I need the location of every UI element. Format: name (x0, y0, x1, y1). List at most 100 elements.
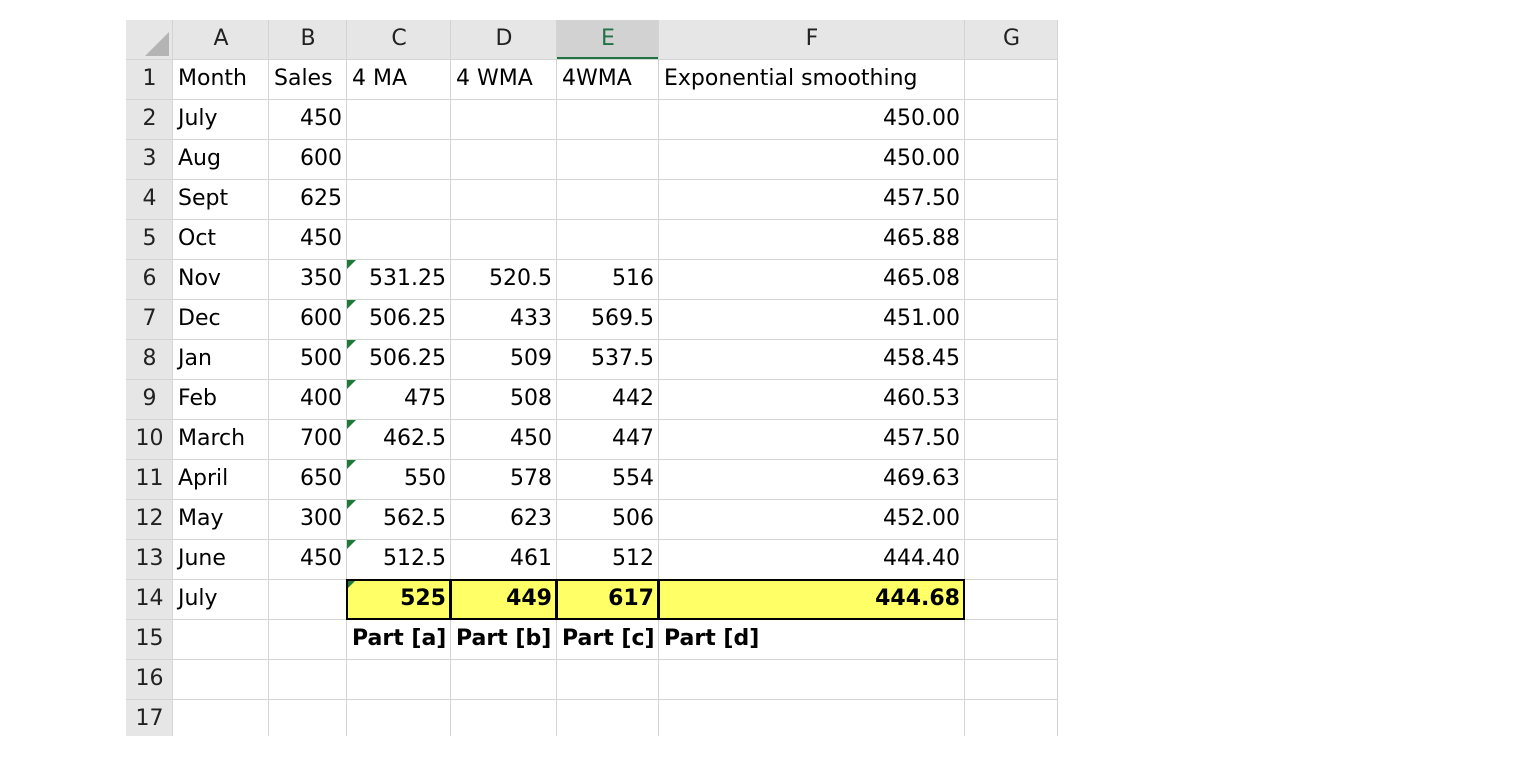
column-header-b[interactable]: B (269, 20, 347, 60)
cell-c6[interactable]: 531.25 (347, 260, 451, 300)
cell-f10[interactable]: 457.50 (659, 420, 965, 460)
cell-g11[interactable] (965, 460, 1058, 500)
cell-g10[interactable] (965, 420, 1058, 460)
cell-g2[interactable] (965, 100, 1058, 140)
row-header-14[interactable]: 14 (126, 580, 173, 620)
cell-c8[interactable]: 506.25 (347, 340, 451, 380)
cell-b10[interactable]: 700 (269, 420, 347, 460)
cell-g12[interactable] (965, 500, 1058, 540)
cell-c9[interactable]: 475 (347, 380, 451, 420)
cell-c7[interactable]: 506.25 (347, 300, 451, 340)
cell-b14[interactable] (269, 580, 347, 620)
cell-a13[interactable]: June (173, 540, 269, 580)
select-all-corner[interactable] (126, 20, 173, 60)
column-header-a[interactable]: A (173, 20, 269, 60)
cell-d5[interactable] (451, 220, 557, 260)
cell-e5[interactable] (557, 220, 659, 260)
column-header-d[interactable]: D (451, 20, 557, 60)
cell-f7[interactable]: 451.00 (659, 300, 965, 340)
cell-f12[interactable]: 452.00 (659, 500, 965, 540)
row-header-3[interactable]: 3 (126, 140, 173, 180)
cell-e15[interactable]: Part [c] (557, 620, 659, 660)
row-header-16[interactable]: 16 (126, 660, 173, 700)
cell-a3[interactable]: Aug (173, 140, 269, 180)
row-header-13[interactable]: 13 (126, 540, 173, 580)
cell-f3[interactable]: 450.00 (659, 140, 965, 180)
cell-f1[interactable]: Exponential smoothing (659, 60, 965, 100)
cell-e12[interactable]: 506 (557, 500, 659, 540)
cell-c17[interactable] (347, 700, 451, 736)
row-header-4[interactable]: 4 (126, 180, 173, 220)
cell-f5[interactable]: 465.88 (659, 220, 965, 260)
cell-d6[interactable]: 520.5 (451, 260, 557, 300)
cell-b9[interactable]: 400 (269, 380, 347, 420)
cell-e13[interactable]: 512 (557, 540, 659, 580)
cell-b7[interactable]: 600 (269, 300, 347, 340)
cell-a4[interactable]: Sept (173, 180, 269, 220)
cell-e9[interactable]: 442 (557, 380, 659, 420)
cell-f13[interactable]: 444.40 (659, 540, 965, 580)
cell-f15[interactable]: Part [d] (659, 620, 965, 660)
cell-a7[interactable]: Dec (173, 300, 269, 340)
cell-g4[interactable] (965, 180, 1058, 220)
row-header-11[interactable]: 11 (126, 460, 173, 500)
cell-f8[interactable]: 458.45 (659, 340, 965, 380)
cell-d8[interactable]: 509 (451, 340, 557, 380)
cell-a5[interactable]: Oct (173, 220, 269, 260)
cell-d3[interactable] (451, 140, 557, 180)
cell-d9[interactable]: 508 (451, 380, 557, 420)
cell-g7[interactable] (965, 300, 1058, 340)
cell-a12[interactable]: May (173, 500, 269, 540)
cell-d17[interactable] (451, 700, 557, 736)
cell-f6[interactable]: 465.08 (659, 260, 965, 300)
row-header-9[interactable]: 9 (126, 380, 173, 420)
cell-e2[interactable] (557, 100, 659, 140)
cell-b11[interactable]: 650 (269, 460, 347, 500)
column-header-c[interactable]: C (347, 20, 451, 60)
row-header-15[interactable]: 15 (126, 620, 173, 660)
cell-c10[interactable]: 462.5 (347, 420, 451, 460)
cell-f9[interactable]: 460.53 (659, 380, 965, 420)
row-header-2[interactable]: 2 (126, 100, 173, 140)
cell-g16[interactable] (965, 660, 1058, 700)
cell-f11[interactable]: 469.63 (659, 460, 965, 500)
cell-g6[interactable] (965, 260, 1058, 300)
cell-g8[interactable] (965, 340, 1058, 380)
column-header-g[interactable]: G (965, 20, 1058, 60)
cell-a1[interactable]: Month (173, 60, 269, 100)
row-header-8[interactable]: 8 (126, 340, 173, 380)
cell-d1[interactable]: 4 WMA (451, 60, 557, 100)
cell-a9[interactable]: Feb (173, 380, 269, 420)
cell-a17[interactable] (173, 700, 269, 736)
cell-a16[interactable] (173, 660, 269, 700)
cell-c15[interactable]: Part [a] (347, 620, 451, 660)
cell-c11[interactable]: 550 (347, 460, 451, 500)
cell-b15[interactable] (269, 620, 347, 660)
cell-f16[interactable] (659, 660, 965, 700)
cell-g15[interactable] (965, 620, 1058, 660)
cell-c5[interactable] (347, 220, 451, 260)
cell-d13[interactable]: 461 (451, 540, 557, 580)
cell-g1[interactable] (965, 60, 1058, 100)
cell-e10[interactable]: 447 (557, 420, 659, 460)
cell-a14[interactable]: July (173, 580, 269, 620)
cell-g9[interactable] (965, 380, 1058, 420)
cell-d15[interactable]: Part [b] (451, 620, 557, 660)
cell-c16[interactable] (347, 660, 451, 700)
spreadsheet-grid[interactable]: A B C D E F G 1 Month Sales 4 MA 4 WMA 4WMA Exponenti… (126, 20, 1058, 736)
row-header-12[interactable]: 12 (126, 500, 173, 540)
cell-g13[interactable] (965, 540, 1058, 580)
cell-e3[interactable] (557, 140, 659, 180)
row-header-7[interactable]: 7 (126, 300, 173, 340)
cell-g5[interactable] (965, 220, 1058, 260)
cell-a2[interactable]: July (173, 100, 269, 140)
cell-e16[interactable] (557, 660, 659, 700)
row-header-17[interactable]: 17 (126, 700, 173, 736)
cell-c3[interactable] (347, 140, 451, 180)
row-header-1[interactable]: 1 (126, 60, 173, 100)
cell-e11[interactable]: 554 (557, 460, 659, 500)
cell-b5[interactable]: 450 (269, 220, 347, 260)
cell-a6[interactable]: Nov (173, 260, 269, 300)
cell-b17[interactable] (269, 700, 347, 736)
cell-d16[interactable] (451, 660, 557, 700)
